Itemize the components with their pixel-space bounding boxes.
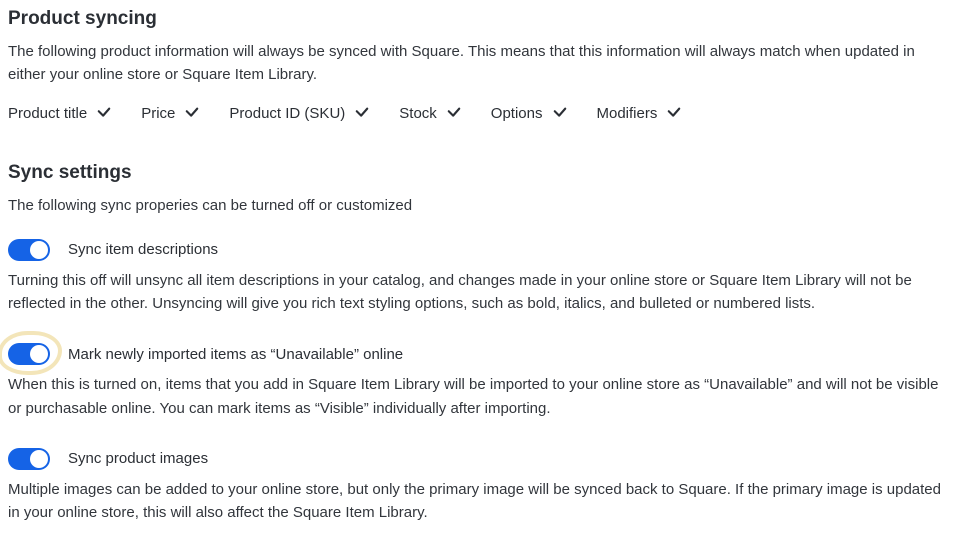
field-label: Price xyxy=(141,105,175,122)
toggle-knob xyxy=(30,241,48,259)
synced-field-price: Price xyxy=(141,105,199,122)
product-syncing-title: Product syncing xyxy=(8,8,951,30)
setting-head: Mark newly imported items as “Unavailabl… xyxy=(8,343,951,365)
setting-label: Sync product images xyxy=(68,450,208,467)
toggle-sync-descriptions[interactable] xyxy=(8,239,50,261)
setting-description: When this is turned on, items that you a… xyxy=(8,373,948,420)
sync-settings-title: Sync settings xyxy=(8,162,951,184)
setting-mark-unavailable: Mark newly imported items as “Unavailabl… xyxy=(8,343,951,420)
setting-head: Sync product images xyxy=(8,448,951,470)
sync-settings-description: The following sync properies can be turn… xyxy=(8,194,948,217)
synced-field-modifiers: Modifiers xyxy=(597,105,682,122)
field-label: Product title xyxy=(8,105,87,122)
check-icon xyxy=(447,106,461,120)
toggle-knob xyxy=(30,345,48,363)
check-icon xyxy=(355,106,369,120)
setting-description: Multiple images can be added to your onl… xyxy=(8,478,948,525)
toggle-mark-unavailable[interactable] xyxy=(8,343,50,365)
setting-label: Mark newly imported items as “Unavailabl… xyxy=(68,346,403,363)
synced-field-product-title: Product title xyxy=(8,105,111,122)
toggle-sync-images[interactable] xyxy=(8,448,50,470)
synced-field-stock: Stock xyxy=(399,105,461,122)
synced-field-options: Options xyxy=(491,105,567,122)
setting-head: Sync item descriptions xyxy=(8,239,951,261)
field-label: Product ID (SKU) xyxy=(229,105,345,122)
setting-label: Sync item descriptions xyxy=(68,241,218,258)
field-label: Modifiers xyxy=(597,105,658,122)
product-syncing-description: The following product information will a… xyxy=(8,40,948,87)
check-icon xyxy=(97,106,111,120)
check-icon xyxy=(185,106,199,120)
setting-sync-descriptions: Sync item descriptions Turning this off … xyxy=(8,239,951,316)
check-icon xyxy=(667,106,681,120)
check-icon xyxy=(553,106,567,120)
setting-sync-images: Sync product images Multiple images can … xyxy=(8,448,951,525)
toggle-knob xyxy=(30,450,48,468)
synced-field-sku: Product ID (SKU) xyxy=(229,105,369,122)
field-label: Stock xyxy=(399,105,437,122)
settings-page: Product syncing The following product in… xyxy=(0,0,959,548)
synced-fields-row: Product title Price Product ID (SKU) Sto… xyxy=(8,105,951,122)
field-label: Options xyxy=(491,105,543,122)
setting-description: Turning this off will unsync all item de… xyxy=(8,269,948,316)
